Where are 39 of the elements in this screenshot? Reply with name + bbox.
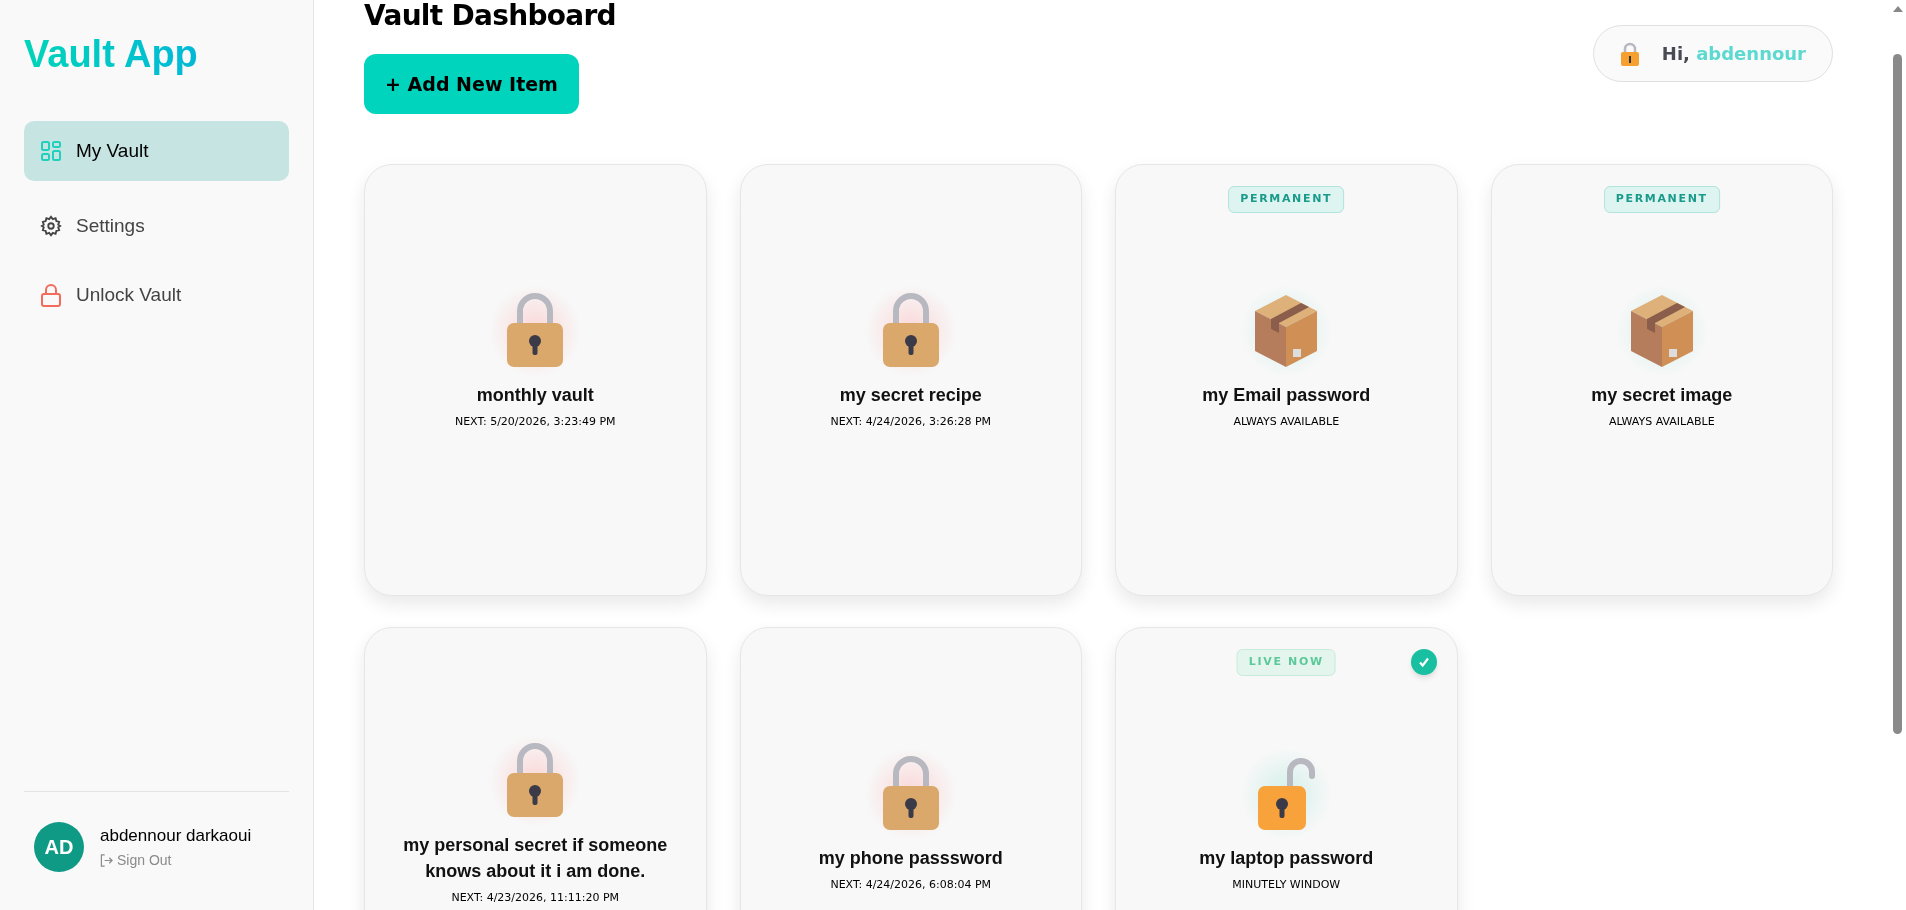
item-schedule: ALWAYS AVAILABLE <box>1233 413 1340 430</box>
item-title: monthly vault <box>476 383 594 407</box>
item-schedule: MINUTELY WINDOW <box>1232 876 1341 893</box>
sign-out-icon <box>100 854 113 868</box>
nav-item[interactable]: Settings <box>24 202 289 250</box>
cardboard-box-icon <box>1628 292 1695 369</box>
status-badge: LIVE NOW <box>1236 649 1336 676</box>
status-badge: PERMANENT <box>1603 186 1720 213</box>
item-title: my personal secret if someone knows about it i am done. <box>402 833 669 883</box>
lock-icon <box>1619 40 1640 67</box>
vault-card[interactable]: PERMANENT my Email password ALWAYS AVAILABLE <box>1115 164 1458 596</box>
lock-icon <box>40 283 62 307</box>
vault-card[interactable]: my phone passsword NEXT: 4/24/2026, 6:08:04 PM <box>739 627 1082 910</box>
item-schedule: NEXT: 4/24/2026, 3:26:28 PM <box>830 413 992 430</box>
vault-card[interactable]: LIVE NOW my laptop password MINUTELY WINDOW <box>1115 627 1458 910</box>
item-schedule: ALWAYS AVAILABLE <box>1608 413 1715 430</box>
user-avatar: AD <box>34 822 84 872</box>
add-item-button[interactable]: + Add New Item <box>364 54 579 114</box>
dashboard-icon <box>40 140 62 162</box>
item-schedule: NEXT: 4/23/2026, 11:11:20 PM <box>451 889 620 906</box>
vault-card[interactable]: PERMANENT my secret image ALWAYS AVAILABLE <box>1490 164 1833 596</box>
vault-card[interactable]: my secret recipe NEXT: 4/24/2026, 3:26:28 PM <box>739 164 1082 596</box>
nav-item[interactable]: Unlock Vault <box>24 271 289 319</box>
nav-item[interactable]: My Vault <box>24 121 289 181</box>
item-title: my phone passsword <box>818 846 1003 870</box>
vault-card[interactable]: monthly vault NEXT: 5/20/2026, 3:23:49 PM <box>364 164 707 596</box>
page-title: Vault Dashboard <box>364 2 616 30</box>
vault-card[interactable]: my personal secret if someone knows about it i am done. NEXT: 4/23/2026, 11:11:20 PM <box>364 627 707 910</box>
item-schedule: NEXT: 5/20/2026, 3:23:49 PM <box>454 413 616 430</box>
settings-icon <box>40 215 62 237</box>
item-schedule: NEXT: 4/24/2026, 6:08:04 PM <box>830 876 992 893</box>
item-title: my secret image <box>1591 383 1733 407</box>
cardboard-box-icon <box>1253 292 1320 369</box>
greeting-text: Hi, abdennour <box>1661 42 1806 66</box>
item-title: my laptop password <box>1199 846 1374 870</box>
status-badge: PERMANENT <box>1228 186 1345 213</box>
user-name: abdennour darkaoui <box>100 824 252 847</box>
item-title: my secret recipe <box>839 383 982 407</box>
item-title: my Email password <box>1202 383 1371 407</box>
